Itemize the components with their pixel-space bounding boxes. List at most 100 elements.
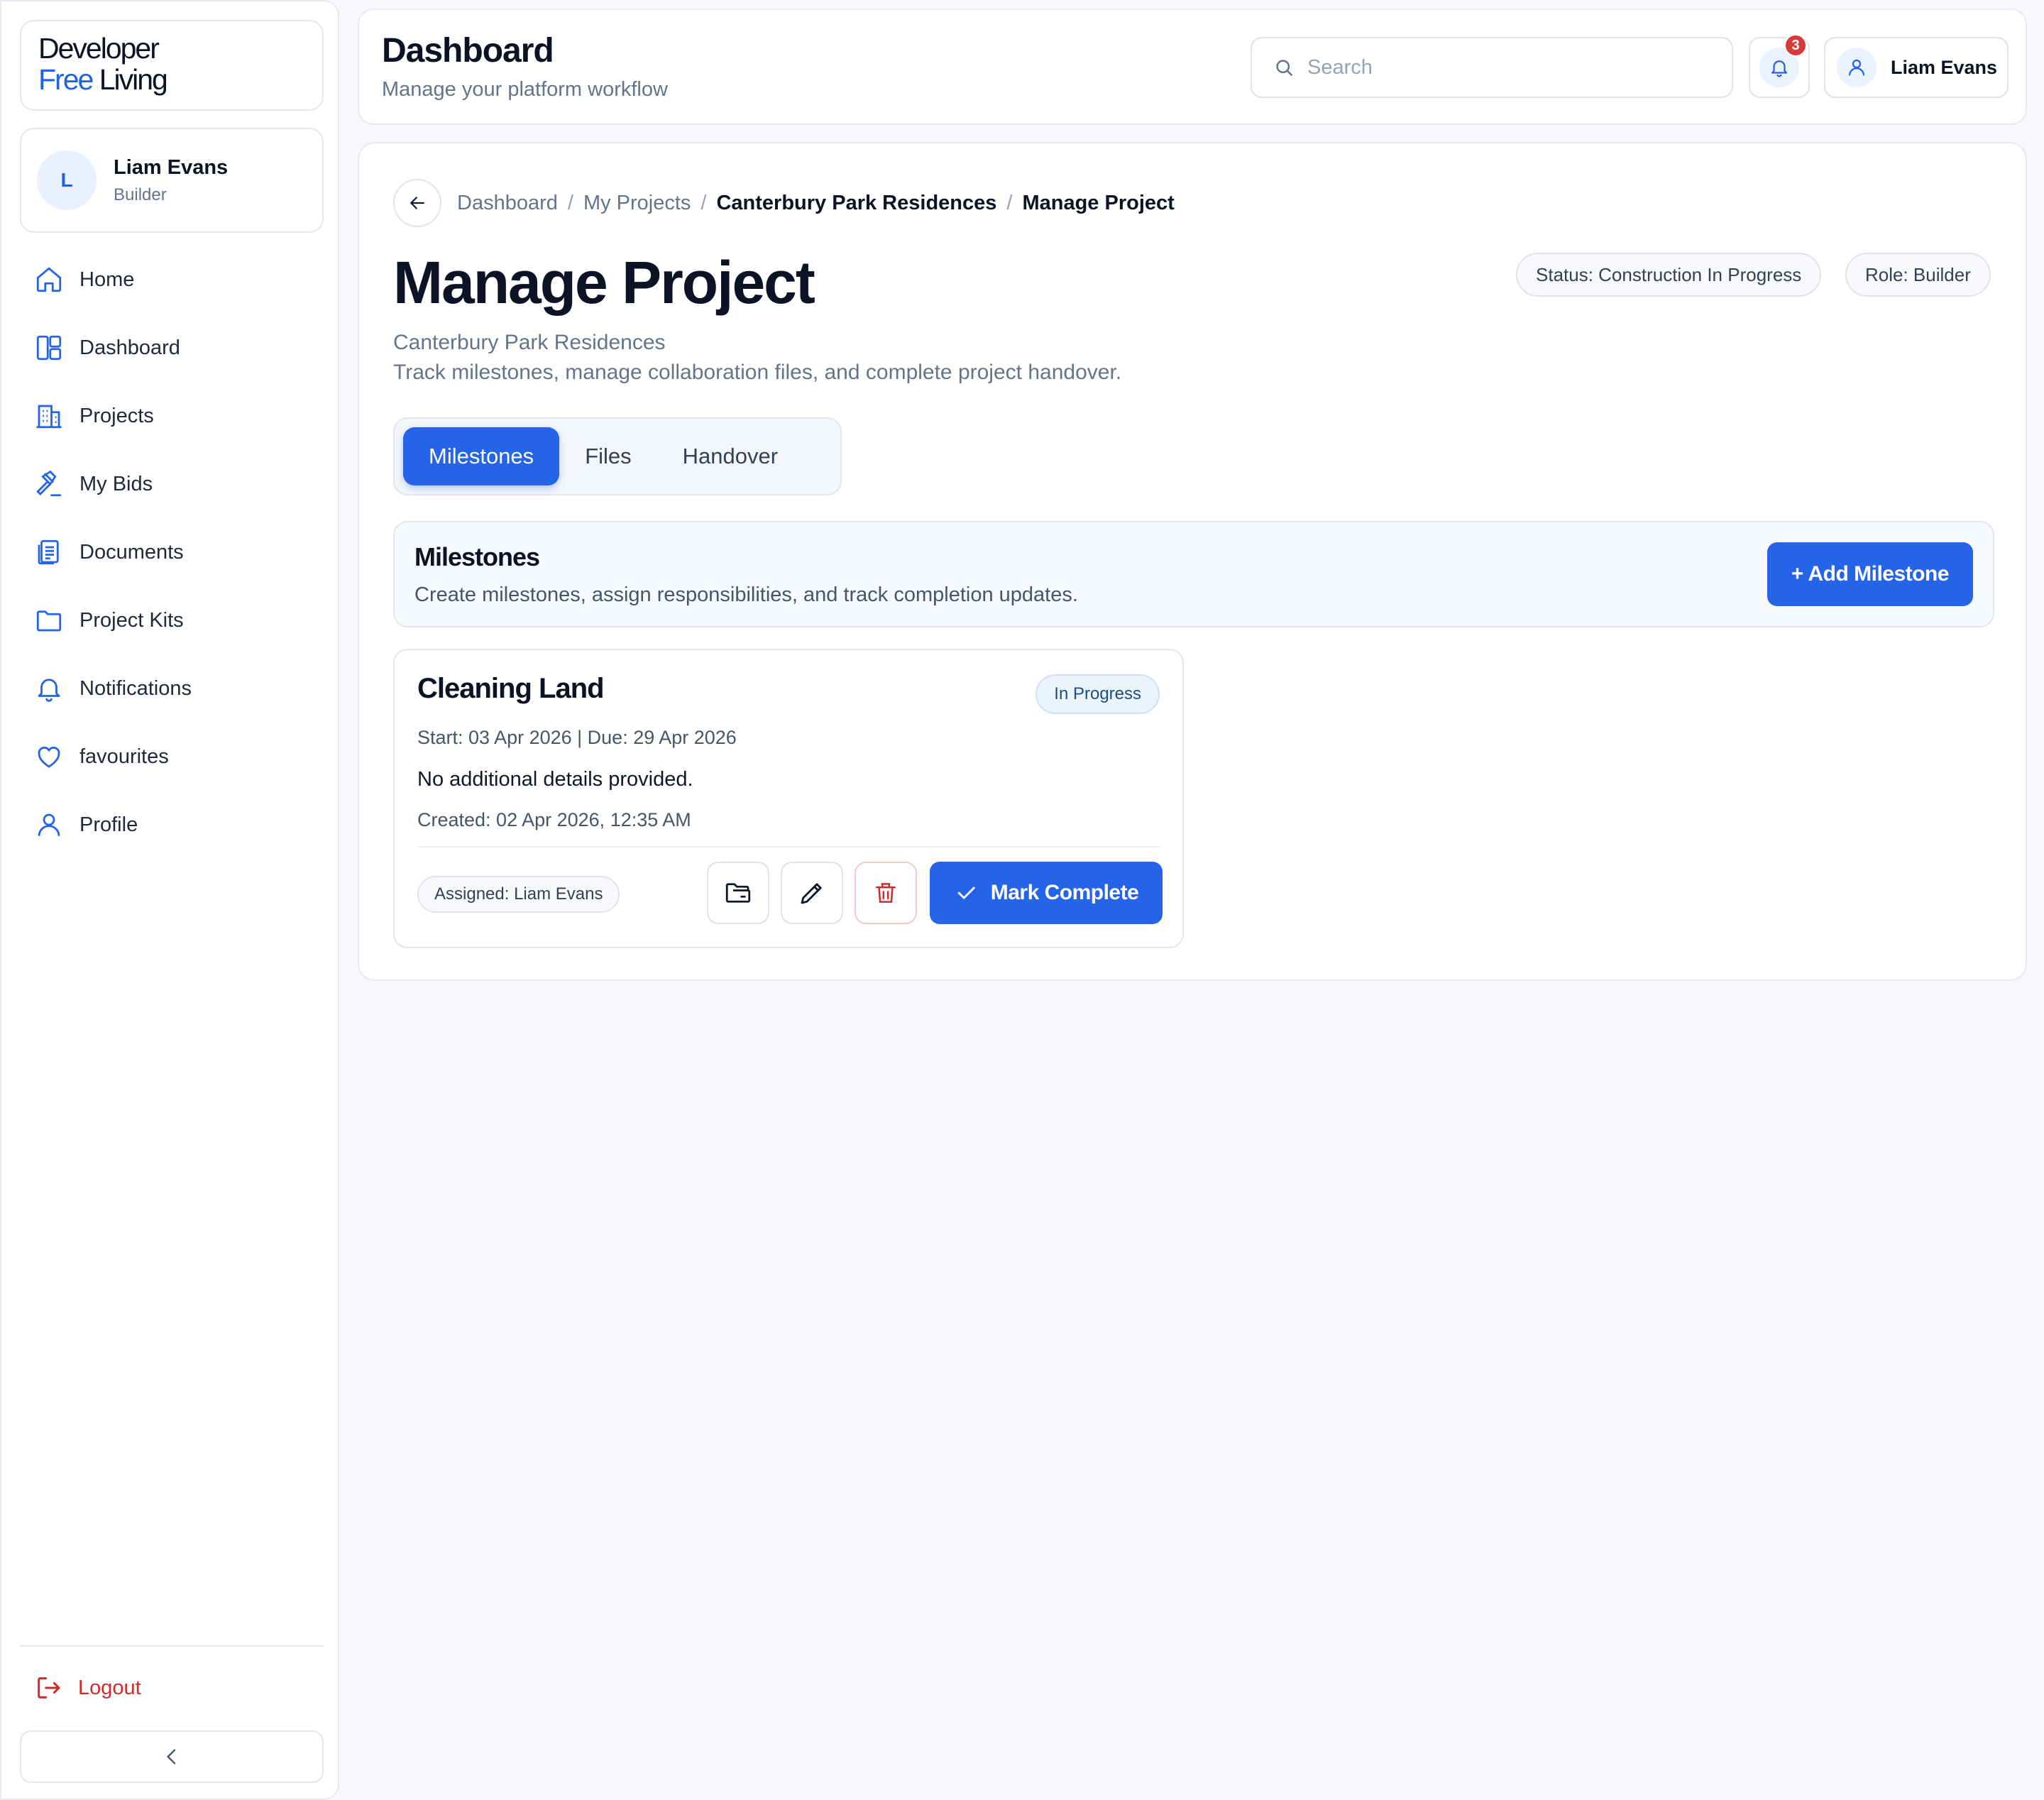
sidebar-item-label: My Bids xyxy=(79,472,153,495)
sidebar-item-label: Profile xyxy=(79,813,138,836)
gavel-icon xyxy=(36,470,62,497)
sidebar: Developer Free Living L Liam Evans Build… xyxy=(0,0,339,1800)
breadcrumb-separator: / xyxy=(567,192,573,214)
home-icon xyxy=(36,267,62,292)
sidebar-item-notifications[interactable]: Notifications xyxy=(20,654,324,723)
sidebar-item-profile[interactable]: Profile xyxy=(20,791,324,859)
app-root: Developer Free Living L Liam Evans Build… xyxy=(0,0,2044,1800)
page-title: Manage Project xyxy=(393,249,815,316)
sidebar-item-project-kits[interactable]: Project Kits xyxy=(20,586,324,654)
brand-accent: Free xyxy=(38,63,94,96)
breadcrumb-dashboard[interactable]: Dashboard xyxy=(457,192,558,215)
header-subtitle: Manage your platform workflow xyxy=(382,78,668,101)
sidebar-item-label: Documents xyxy=(79,540,184,564)
breadcrumb-project[interactable]: Canterbury Park Residences xyxy=(716,192,996,215)
assigned-badge: Assigned: Liam Evans xyxy=(417,876,620,913)
user-menu-button[interactable]: Liam Evans xyxy=(1824,37,2009,98)
milestone-dates: Start: 03 Apr 2026 | Due: 29 Apr 2026 xyxy=(417,727,737,748)
sidebar-item-label: Home xyxy=(79,268,135,291)
search-icon xyxy=(1276,60,1292,76)
user-role: Builder xyxy=(114,185,167,204)
sidebar-item-label: Project Kits xyxy=(79,608,184,632)
bell-icon xyxy=(38,679,60,702)
pencil-icon xyxy=(801,883,822,904)
document-icon xyxy=(38,539,59,565)
milestone-created: Created: 02 Apr 2026, 12:35 AM xyxy=(417,809,691,830)
heart-icon xyxy=(38,746,60,768)
tab-files[interactable]: Files xyxy=(559,427,656,485)
search-box[interactable] xyxy=(1251,37,1733,98)
brand-logo[interactable]: Developer Free Living xyxy=(20,20,324,111)
tab-milestones[interactable]: Milestones xyxy=(403,427,560,485)
brand-rest: Living xyxy=(92,63,168,96)
avatar: L xyxy=(37,150,97,210)
collapse-sidebar-button[interactable] xyxy=(20,1730,324,1783)
user-menu-name: Liam Evans xyxy=(1891,56,1998,78)
check-icon xyxy=(957,887,975,899)
user-avatar xyxy=(1837,48,1877,87)
sidebar-item-label: Dashboard xyxy=(79,336,180,359)
trash-icon xyxy=(876,883,896,903)
status-badge: Status: Construction In Progress xyxy=(1516,253,1822,297)
mark-complete-label: Mark Complete xyxy=(990,881,1139,904)
dashboard-icon xyxy=(36,335,62,361)
back-button[interactable] xyxy=(393,179,441,227)
user-name: Liam Evans xyxy=(114,155,229,179)
user-meta: Liam Evans Builder xyxy=(114,156,228,205)
milestone-title: Cleaning Land xyxy=(417,673,605,704)
logout-icon xyxy=(38,1677,60,1699)
breadcrumb-current: Manage Project xyxy=(1022,192,1175,214)
sidebar-user-card[interactable]: L Liam Evans Builder xyxy=(20,128,324,233)
milestone-status-badge: In Progress xyxy=(1035,674,1160,714)
milestones-title: Milestones xyxy=(414,542,540,571)
bell-icon xyxy=(1771,60,1788,77)
sidebar-item-label: Notifications xyxy=(79,676,192,700)
logout-button[interactable]: Logout xyxy=(20,1655,324,1721)
milestones-subtitle: Create milestones, assign responsibiliti… xyxy=(414,583,1078,606)
sidebar-item-projects[interactable]: Projects xyxy=(20,382,324,450)
sidebar-divider xyxy=(20,1645,324,1647)
sidebar-item-label: Projects xyxy=(79,404,154,427)
arrow-left-icon xyxy=(410,197,424,209)
milestones-panel: Milestones Create milestones, assign res… xyxy=(393,521,1994,627)
mark-complete-button[interactable]: Mark Complete xyxy=(930,862,1163,924)
top-header: Dashboard Manage your platform workflow … xyxy=(358,9,2027,125)
add-milestone-button[interactable]: + Add Milestone xyxy=(1766,542,1973,606)
brand-line-1: Developer xyxy=(38,32,160,65)
chevron-left-icon xyxy=(166,1749,176,1765)
main-content: Dashboard / My Projects / Canterbury Par… xyxy=(358,142,2027,981)
search-input[interactable] xyxy=(1307,55,1705,79)
sidebar-item-documents[interactable]: Documents xyxy=(20,518,324,586)
breadcrumb-separator: / xyxy=(700,192,707,214)
logout-label: Logout xyxy=(78,1676,141,1699)
notifications-button[interactable]: 3 xyxy=(1749,34,1810,98)
delete-button[interactable] xyxy=(855,862,917,924)
user-icon xyxy=(1848,59,1865,76)
edit-button[interactable] xyxy=(781,862,843,924)
role-badge: Role: Builder xyxy=(1845,253,1991,297)
building-icon xyxy=(36,405,62,429)
project-name: Canterbury Park Residences xyxy=(393,331,666,354)
sidebar-item-home[interactable]: Home xyxy=(20,246,324,314)
breadcrumb: Dashboard / My Projects / Canterbury Par… xyxy=(457,192,1175,215)
tab-handover[interactable]: Handover xyxy=(657,427,803,485)
milestone-card: Cleaning Land In Progress Start: 03 Apr … xyxy=(393,649,1184,948)
folder-open-icon xyxy=(725,883,751,903)
open-files-button[interactable] xyxy=(707,862,769,924)
sidebar-item-my-bids[interactable]: My Bids xyxy=(20,450,324,518)
sidebar-item-dashboard[interactable]: Dashboard xyxy=(20,314,324,382)
breadcrumb-separator: / xyxy=(1006,192,1013,214)
sidebar-nav: Home Dashboard Projects My Bids Document… xyxy=(20,246,324,859)
sidebar-item-favourites[interactable]: favourites xyxy=(20,723,324,791)
folder-icon xyxy=(36,610,62,632)
milestone-details: No additional details provided. xyxy=(417,768,693,791)
user-icon xyxy=(38,813,60,836)
header-title: Dashboard xyxy=(382,32,554,70)
card-divider xyxy=(417,846,1161,847)
tab-bar: Milestones Files Handover xyxy=(393,417,842,495)
project-description: Track milestones, manage collaboration f… xyxy=(393,361,1122,384)
breadcrumb-my-projects[interactable]: My Projects xyxy=(583,192,691,215)
brand-line-2: Free Living xyxy=(38,64,305,95)
sidebar-item-label: favourites xyxy=(79,745,169,768)
notification-count-badge: 3 xyxy=(1784,34,1807,57)
